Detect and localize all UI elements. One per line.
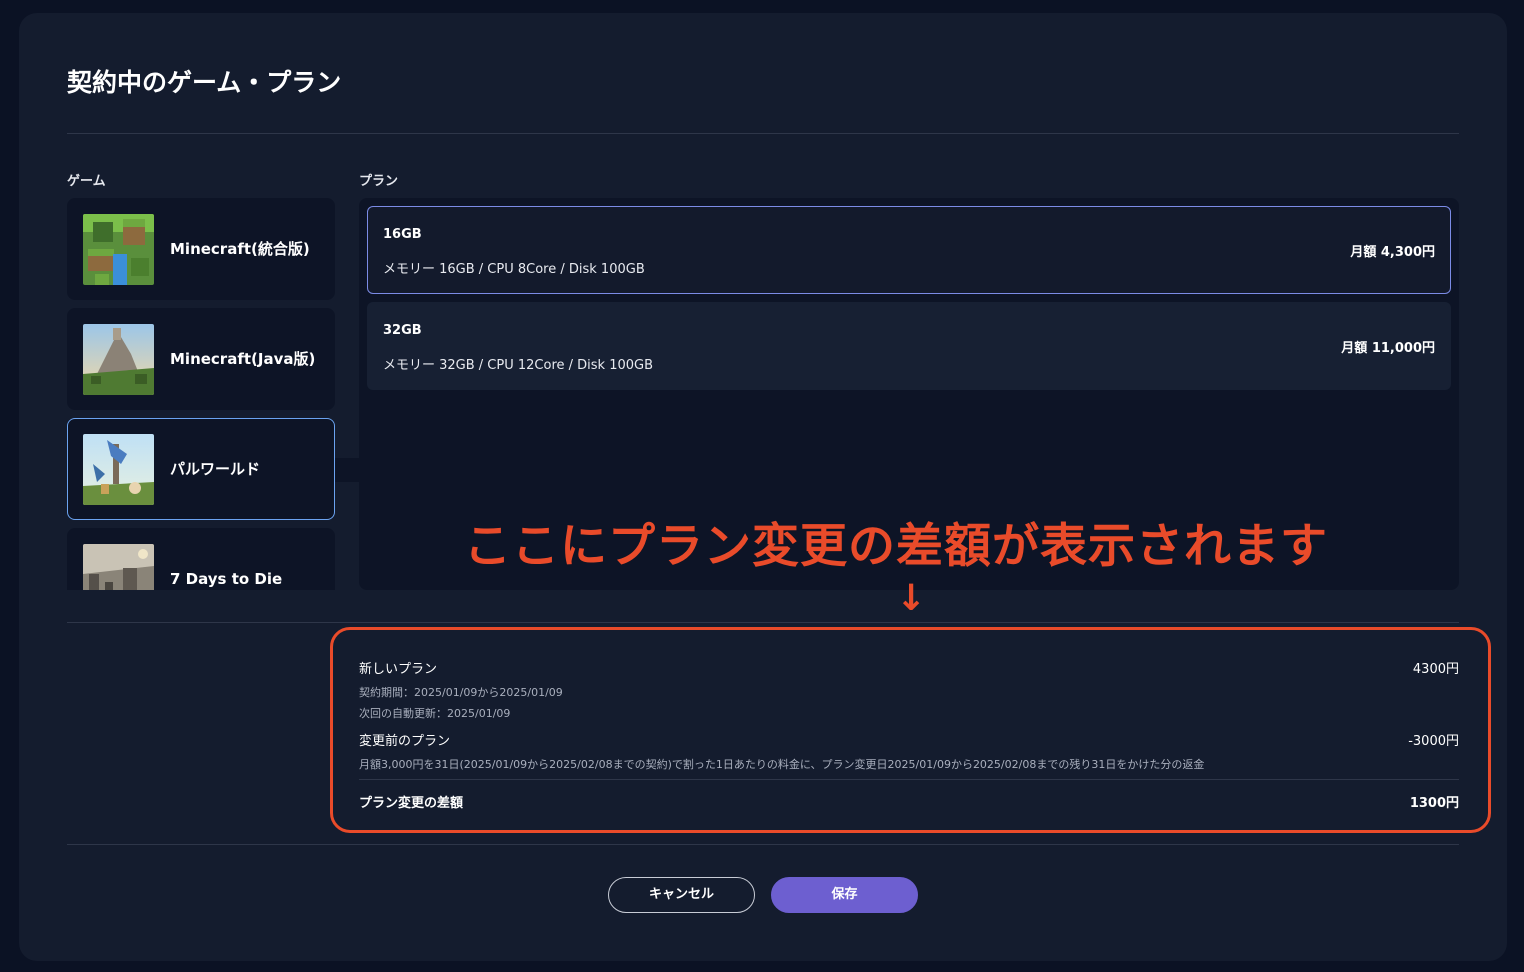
plan-name: 32GB [383, 323, 422, 338]
old-plan-summary: 変更前のプラン 月額3,000円を31日(2025/01/09から2025/02… [359, 730, 1459, 772]
game-item-minecraft-java[interactable]: Minecraft(Java版) [67, 308, 335, 410]
plan-price: 月額 4,300円 [1350, 245, 1435, 260]
new-plan-amount: 4300円 [1412, 662, 1459, 677]
page-title: 契約中のゲーム・プラン [67, 68, 342, 97]
game-name: Minecraft(Java版) [170, 350, 316, 368]
total-label: プラン変更の差額 [359, 796, 464, 811]
old-plan-title: 変更前のプラン [359, 734, 451, 749]
plan-spec: メモリー 32GB / CPU 12Core / Disk 100GB [383, 358, 654, 373]
total-amount: 1300円 [1409, 796, 1459, 811]
divider [67, 844, 1459, 845]
old-plan-amount: -3000円 [1408, 734, 1459, 749]
game-item-palworld[interactable]: パルワールド [67, 418, 335, 520]
game-list: Minecraft(統合版) Minecraft(Java版) パルワールド 7… [67, 198, 335, 590]
selection-connector [335, 458, 360, 482]
7-days-to-die-thumbnail [83, 544, 154, 590]
summary-divider [359, 779, 1459, 780]
new-plan-summary: 新しいプラン 契約期間：2025/01/09から2025/01/09 次回の自動… [359, 658, 1459, 721]
refund-detail: 月額3,000円を31日(2025/01/09から2025/02/08までの契約… [359, 758, 1205, 771]
game-name: Minecraft(統合版) [170, 240, 310, 258]
cancel-button[interactable]: キャンセル [608, 877, 755, 913]
annotation-arrow-icon: ↓ [896, 578, 927, 619]
total-summary: プラン変更の差額 1300円 [359, 792, 1459, 811]
plans-section-label: プラン [359, 174, 399, 189]
palworld-thumbnail [83, 434, 154, 505]
divider [67, 622, 1459, 623]
next-renewal: 次回の自動更新：2025/01/09 [359, 707, 511, 720]
game-item-minecraft-bedrock[interactable]: Minecraft(統合版) [67, 198, 335, 300]
new-plan-title: 新しいプラン [359, 662, 438, 677]
save-button[interactable]: 保存 [771, 877, 918, 913]
plan-spec: メモリー 16GB / CPU 8Core / Disk 100GB [383, 262, 645, 277]
plan-price: 月額 11,000円 [1341, 341, 1435, 356]
games-section-label: ゲーム [67, 174, 106, 189]
minecraft-java-thumbnail [83, 324, 154, 395]
annotation-text: ここにプラン変更の差額が表示されます [464, 519, 1328, 574]
game-name: パルワールド [170, 460, 261, 478]
divider [67, 133, 1459, 134]
game-item-7-days-to-die[interactable]: 7 Days to Die [67, 528, 335, 590]
plan-item-16gb[interactable]: 16GB メモリー 16GB / CPU 8Core / Disk 100GB … [367, 206, 1451, 294]
game-name: 7 Days to Die [170, 570, 283, 588]
contract-period: 契約期間：2025/01/09から2025/01/09 [359, 686, 563, 699]
plan-item-32gb[interactable]: 32GB メモリー 32GB / CPU 12Core / Disk 100GB… [367, 302, 1451, 390]
plan-name: 16GB [383, 227, 422, 242]
minecraft-bedrock-thumbnail [83, 214, 154, 285]
